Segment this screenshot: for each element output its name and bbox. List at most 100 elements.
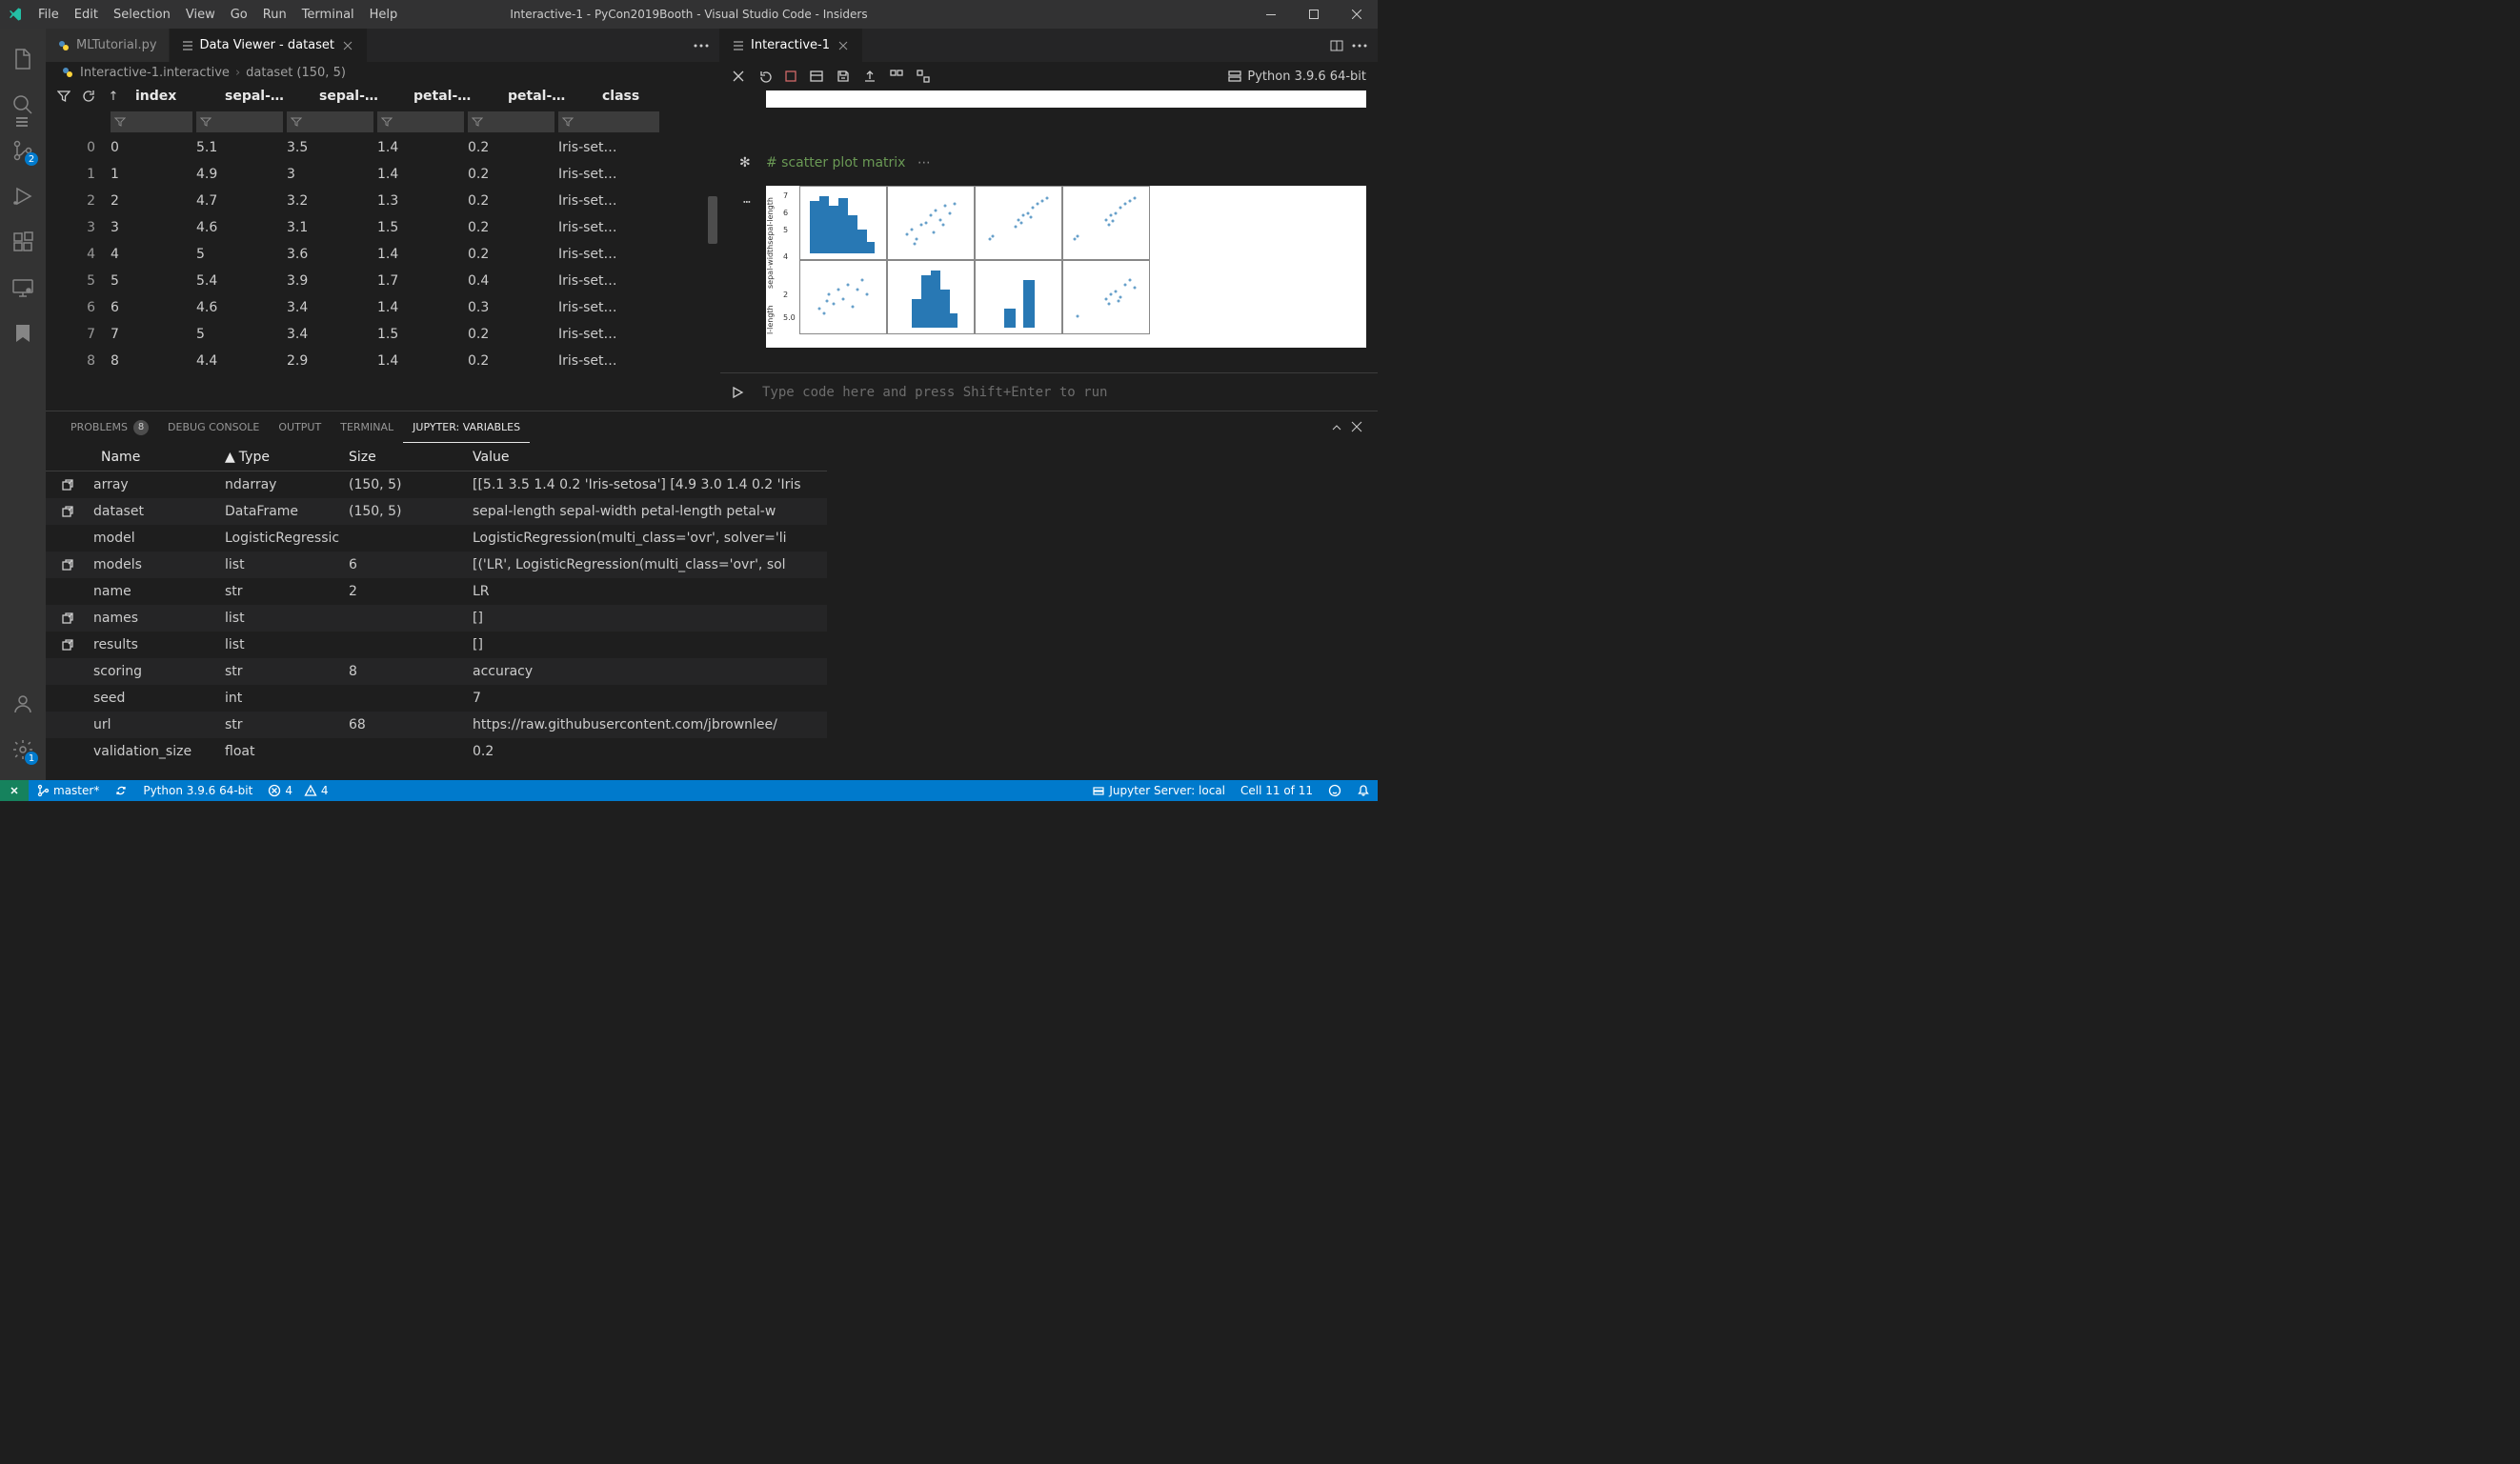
table-row[interactable]: 114.931.40.2Iris-set… bbox=[46, 161, 719, 188]
table-row[interactable]: 005.13.51.40.2Iris-set… bbox=[46, 134, 719, 161]
variable-row[interactable]: namestr2LR bbox=[46, 578, 827, 605]
collapse-cell-icon[interactable]: ✻ bbox=[739, 155, 751, 170]
variable-row[interactable]: urlstr68https://raw.githubusercontent.co… bbox=[46, 712, 827, 738]
menu-run[interactable]: Run bbox=[255, 0, 294, 29]
menu-go[interactable]: Go bbox=[223, 0, 255, 29]
col-header-index[interactable]: index bbox=[128, 89, 213, 104]
filter-input[interactable] bbox=[558, 111, 659, 132]
export-icon[interactable] bbox=[863, 70, 877, 83]
sync-icon[interactable] bbox=[107, 780, 135, 801]
collapse-panel-icon[interactable] bbox=[1330, 421, 1343, 434]
run-icon[interactable] bbox=[720, 386, 755, 399]
clear-icon[interactable] bbox=[732, 70, 745, 83]
source-control-icon[interactable]: 2 bbox=[0, 128, 46, 173]
variable-row[interactable]: resultslist[] bbox=[46, 632, 827, 658]
breadcrumb-item[interactable]: Interactive-1.interactive bbox=[80, 66, 230, 80]
col-size[interactable]: Size bbox=[341, 450, 465, 465]
ellipsis-icon[interactable]: ⋯ bbox=[743, 195, 751, 210]
variable-row[interactable]: modelLogisticRegressicLogisticRegression… bbox=[46, 525, 827, 552]
menu-edit[interactable]: Edit bbox=[67, 0, 106, 29]
code-input[interactable]: Type code here and press Shift+Enter to … bbox=[755, 385, 1378, 400]
col-header[interactable]: sepal-… bbox=[217, 89, 308, 104]
run-debug-icon[interactable] bbox=[0, 173, 46, 219]
minimize-button[interactable] bbox=[1249, 0, 1292, 29]
table-row[interactable]: 7753.41.50.2Iris-set… bbox=[46, 321, 719, 348]
panel-tab-jupyter-variables[interactable]: JUPYTER: VARIABLES bbox=[403, 411, 530, 443]
kernel-selector[interactable]: Python 3.9.6 64-bit bbox=[1228, 70, 1366, 84]
col-type[interactable]: ▲Type bbox=[217, 450, 341, 465]
menu-selection[interactable]: Selection bbox=[106, 0, 178, 29]
more-actions-icon[interactable] bbox=[691, 35, 712, 56]
remote-indicator[interactable] bbox=[0, 780, 29, 801]
explorer-icon[interactable] bbox=[0, 36, 46, 82]
col-header[interactable]: class bbox=[595, 89, 699, 104]
bookmark-icon[interactable] bbox=[0, 311, 46, 356]
settings-icon[interactable]: 1 bbox=[0, 727, 46, 772]
data-table-body[interactable]: 005.13.51.40.2Iris-set…114.931.40.2Iris-… bbox=[46, 134, 719, 411]
collapse-icon[interactable] bbox=[917, 70, 930, 83]
interactive-output[interactable]: ✻ # scatter plot matrix ⋯ ⋯ l-lengthsepa… bbox=[720, 90, 1378, 372]
menu-view[interactable]: View bbox=[178, 0, 223, 29]
panel-tab-problems[interactable]: PROBLEMS8 bbox=[61, 411, 158, 443]
popout-icon[interactable] bbox=[61, 612, 86, 625]
close-panel-icon[interactable] bbox=[1351, 421, 1362, 434]
python-interpreter[interactable]: Python 3.9.6 64-bit bbox=[135, 780, 260, 801]
breadcrumbs[interactable]: Interactive-1.interactive › dataset (150… bbox=[46, 62, 719, 83]
popout-icon[interactable] bbox=[61, 478, 86, 491]
split-editor-icon[interactable] bbox=[1326, 35, 1347, 56]
breadcrumb-item[interactable]: dataset (150, 5) bbox=[246, 66, 346, 80]
variable-row[interactable]: modelslist6[('LR', LogisticRegression(mu… bbox=[46, 552, 827, 578]
variable-row[interactable]: scoringstr8accuracy bbox=[46, 658, 827, 685]
close-icon[interactable] bbox=[340, 38, 355, 53]
panel-tab-terminal[interactable]: TERMINAL bbox=[331, 411, 403, 443]
tab-mltutorial[interactable]: MLTutorial.py bbox=[46, 29, 170, 62]
variable-row[interactable]: nameslist[] bbox=[46, 605, 827, 632]
popout-icon[interactable] bbox=[61, 558, 86, 572]
col-header[interactable]: petal-… bbox=[500, 89, 591, 104]
menu-file[interactable]: File bbox=[30, 0, 67, 29]
more-actions-icon[interactable] bbox=[1349, 35, 1370, 56]
sort-up-icon[interactable]: ↑ bbox=[103, 86, 124, 107]
save-icon[interactable] bbox=[837, 70, 850, 83]
col-header[interactable]: petal-… bbox=[406, 89, 496, 104]
table-row[interactable]: 555.43.91.70.4Iris-set… bbox=[46, 268, 719, 294]
remote-explorer-icon[interactable] bbox=[0, 265, 46, 311]
filter-input[interactable] bbox=[468, 111, 554, 132]
col-name[interactable]: Name bbox=[93, 450, 217, 465]
close-button[interactable] bbox=[1335, 0, 1378, 29]
git-branch[interactable]: master* bbox=[29, 780, 107, 801]
expand-icon[interactable] bbox=[890, 70, 903, 83]
table-row[interactable]: 664.63.41.40.3Iris-set… bbox=[46, 294, 719, 321]
close-icon[interactable] bbox=[836, 38, 851, 53]
feedback-icon[interactable] bbox=[1320, 780, 1349, 801]
table-row[interactable]: 4453.61.40.2Iris-set… bbox=[46, 241, 719, 268]
cell-position[interactable]: Cell 11 of 11 bbox=[1233, 780, 1320, 801]
variable-row[interactable]: arrayndarray(150, 5)[[5.1 3.5 1.4 0.2 'I… bbox=[46, 471, 827, 498]
jupyter-server-status[interactable]: Jupyter Server: local bbox=[1084, 780, 1233, 801]
variables-icon[interactable] bbox=[810, 70, 823, 83]
table-row[interactable]: 334.63.11.50.2Iris-set… bbox=[46, 214, 719, 241]
interrupt-icon[interactable] bbox=[785, 70, 796, 82]
filter-input[interactable] bbox=[377, 111, 464, 132]
filter-input[interactable] bbox=[287, 111, 373, 132]
filter-input[interactable] bbox=[111, 111, 192, 132]
menu-help[interactable]: Help bbox=[362, 0, 406, 29]
panel-tab-debug[interactable]: DEBUG CONSOLE bbox=[158, 411, 269, 443]
problems-status[interactable]: 4 4 bbox=[260, 780, 335, 801]
scrollbar-thumb[interactable] bbox=[708, 196, 717, 244]
refresh-icon[interactable] bbox=[78, 86, 99, 107]
variable-row[interactable]: seedint7 bbox=[46, 685, 827, 712]
col-value[interactable]: Value bbox=[465, 450, 827, 465]
panel-tab-output[interactable]: OUTPUT bbox=[269, 411, 331, 443]
variable-row[interactable]: datasetDataFrame(150, 5)sepal-length sep… bbox=[46, 498, 827, 525]
filter-input[interactable] bbox=[196, 111, 283, 132]
extensions-icon[interactable] bbox=[0, 219, 46, 265]
variable-row[interactable]: validation_sizefloat0.2 bbox=[46, 738, 827, 765]
popout-icon[interactable] bbox=[61, 505, 86, 518]
maximize-button[interactable] bbox=[1292, 0, 1335, 29]
restart-icon[interactable] bbox=[758, 70, 772, 83]
notifications-icon[interactable] bbox=[1349, 780, 1378, 801]
account-icon[interactable] bbox=[0, 681, 46, 727]
filter-icon[interactable] bbox=[53, 86, 74, 107]
code-cell[interactable]: ✻ # scatter plot matrix ⋯ bbox=[732, 155, 1366, 170]
